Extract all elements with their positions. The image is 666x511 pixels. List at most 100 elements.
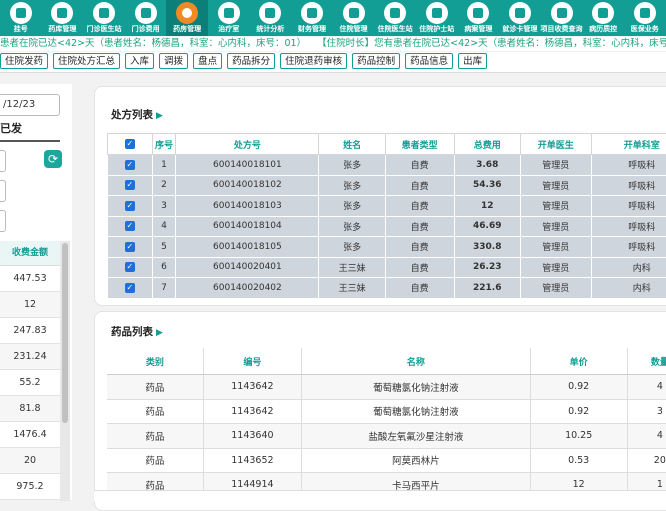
prescription-header-row: ✓序号处方号姓名患者类型总费用开单医生开单科室 (108, 134, 666, 155)
nav-item-9[interactable]: 住院医生站 (374, 0, 416, 36)
prescription-cell-type: 自费 (385, 257, 454, 278)
nav-item-13[interactable]: 项目收费查询 (541, 0, 583, 36)
checkbox-icon[interactable]: ✓ (125, 242, 135, 252)
amount-cell[interactable]: 975.2 (0, 474, 60, 500)
amount-cell[interactable]: 20 (0, 448, 60, 474)
refresh-icon[interactable]: ⟳ (44, 150, 62, 168)
amount-cell[interactable]: 1476.4 (0, 422, 60, 448)
nav-item-8[interactable]: 住院管理 (333, 0, 375, 36)
row-checkbox[interactable]: ✓ (108, 216, 153, 237)
drug-cell-code: 1143640 (203, 424, 301, 449)
amount-cell[interactable]: 231.24 (0, 344, 60, 370)
toolbar-button-5[interactable]: 药品拆分 (227, 53, 275, 69)
warehouse-icon (51, 2, 73, 24)
date-input[interactable]: /12/23 (0, 94, 60, 116)
prescription-cell-rx: 600140018103 (176, 196, 319, 217)
toolbar-button-6[interactable]: 住院退药审核 (280, 53, 347, 69)
prescription-cell-dept: 呼吸科 (591, 196, 666, 217)
checkbox-icon[interactable]: ✓ (125, 262, 135, 272)
filter-select-1[interactable] (0, 150, 6, 172)
prescription-cell-type: 自费 (385, 278, 454, 299)
prescription-row[interactable]: ✓6600140020401王三妹自费26.23管理员内科 (108, 257, 666, 278)
drug-cell-qty: 3 (627, 399, 666, 424)
play-arrow-icon: ▶ (156, 328, 163, 338)
drug-row[interactable]: 药品1143642葡萄糖氯化钠注射液0.923 (107, 399, 666, 424)
nav-item-1[interactable]: 药库管理 (42, 0, 84, 36)
drug-cell-qty: 4 (627, 375, 666, 400)
prescription-cell-doctor: 管理员 (520, 237, 591, 258)
prescription-row[interactable]: ✓5600140018105张多自费330.8管理员呼吸科 (108, 237, 666, 258)
left-scrollbar[interactable] (60, 241, 70, 501)
checkbox-icon[interactable]: ✓ (125, 160, 135, 170)
prescription-cell-rx: 600140018101 (176, 155, 319, 176)
toolbar-button-2[interactable]: 入库 (125, 53, 154, 69)
drug-cell-cat: 药品 (107, 399, 203, 424)
toolbar-button-9[interactable]: 出库 (458, 53, 487, 69)
drug-card: 药品列表▶ 类别编号名称单价数量 药品1143642葡萄糖氯化钠注射液0.924… (94, 311, 666, 511)
nav-item-0[interactable]: 挂号 (0, 0, 42, 36)
amount-cell[interactable]: 447.53 (0, 266, 60, 292)
prescription-cell-rx: 600140020402 (176, 278, 319, 299)
drug-row[interactable]: 药品1143642葡萄糖氯化钠注射液0.924 (107, 375, 666, 400)
nav-item-5[interactable]: 治疗室 (208, 0, 250, 36)
prescription-col-header: 开单医生 (520, 134, 591, 155)
prescription-cell-fee: 330.8 (454, 237, 520, 258)
drug-row[interactable]: 药品1143652阿莫西林片0.5320 (107, 448, 666, 473)
row-checkbox[interactable]: ✓ (108, 196, 153, 217)
row-checkbox[interactable]: ✓ (108, 155, 153, 176)
row-checkbox[interactable]: ✓ (108, 175, 153, 196)
checkbox-icon[interactable]: ✓ (125, 139, 135, 149)
prescription-cell-name: 张多 (319, 175, 385, 196)
nav-item-15[interactable]: 医保业务 (624, 0, 666, 36)
prescription-row[interactable]: ✓7600140020402王三妹自费221.6管理员内科 (108, 278, 666, 299)
drug-cell-price: 0.92 (530, 375, 627, 400)
amount-cell[interactable]: 12 (0, 292, 60, 318)
checkbox-icon[interactable]: ✓ (125, 180, 135, 190)
prescription-cell-fee: 3.68 (454, 155, 520, 176)
amount-cell[interactable]: 55.2 (0, 370, 60, 396)
toolbar-button-0[interactable]: 住院发药 (0, 53, 48, 69)
checkbox-icon[interactable]: ✓ (125, 283, 135, 293)
nav-item-6[interactable]: 统计分析 (250, 0, 292, 36)
prescription-row[interactable]: ✓1600140018101张多自费3.68管理员呼吸科 (108, 155, 666, 176)
toolbar-button-7[interactable]: 药品控制 (352, 53, 400, 69)
prescription-cell-no: 2 (152, 175, 176, 196)
doctor-icon (93, 2, 115, 24)
toolbar-button-3[interactable]: 调拨 (159, 53, 188, 69)
nav-item-4[interactable]: 药房管理 (166, 0, 208, 36)
select-all-checkbox[interactable]: ✓ (108, 134, 153, 155)
prescription-cell-doctor: 管理员 (520, 278, 591, 299)
prescription-row[interactable]: ✓4600140018104张多自费46.69管理员呼吸科 (108, 216, 666, 237)
prescription-row[interactable]: ✓2600140018102张多自费54.36管理员呼吸科 (108, 175, 666, 196)
prescription-card: 处方列表▶ ✓序号处方号姓名患者类型总费用开单医生开单科室 ✓160014001… (94, 86, 666, 306)
checkbox-icon[interactable]: ✓ (125, 201, 135, 211)
filter-select-2[interactable] (0, 180, 6, 202)
nav-item-12[interactable]: 就诊卡管理 (499, 0, 541, 36)
amount-cell[interactable]: 247.83 (0, 318, 60, 344)
amount-cell[interactable]: 81.8 (0, 396, 60, 422)
prescription-cell-name: 张多 (319, 196, 385, 217)
card-icon (509, 2, 531, 24)
nav-item-10[interactable]: 住院护士站 (416, 0, 458, 36)
filter-select-3[interactable] (0, 210, 6, 232)
nav-item-2[interactable]: 门诊医生站 (83, 0, 125, 36)
nav-item-7[interactable]: 财务管理 (291, 0, 333, 36)
row-checkbox[interactable]: ✓ (108, 257, 153, 278)
prescription-row[interactable]: ✓3600140018103张多自费12管理员呼吸科 (108, 196, 666, 217)
checkbox-icon[interactable]: ✓ (125, 221, 135, 231)
chart-icon (259, 2, 281, 24)
toolbar-button-1[interactable]: 住院处方汇总 (53, 53, 120, 69)
finance-icon (301, 2, 323, 24)
prescription-cell-dept: 呼吸科 (591, 175, 666, 196)
bottom-strip (94, 490, 666, 501)
row-checkbox[interactable]: ✓ (108, 237, 153, 258)
prescription-col-header: 开单科室 (591, 134, 666, 155)
toolbar-button-8[interactable]: 药品信息 (405, 53, 453, 69)
nav-item-14[interactable]: 病历质控 (582, 0, 624, 36)
drug-row[interactable]: 药品1143640盐酸左氧氟沙星注射液10.254 (107, 424, 666, 449)
nav-item-3[interactable]: 门诊费用 (125, 0, 167, 36)
row-checkbox[interactable]: ✓ (108, 278, 153, 299)
nav-item-11[interactable]: 病案管理 (458, 0, 500, 36)
toolbar-button-4[interactable]: 盘点 (193, 53, 222, 69)
drug-title: 药品列表▶ (111, 324, 163, 339)
